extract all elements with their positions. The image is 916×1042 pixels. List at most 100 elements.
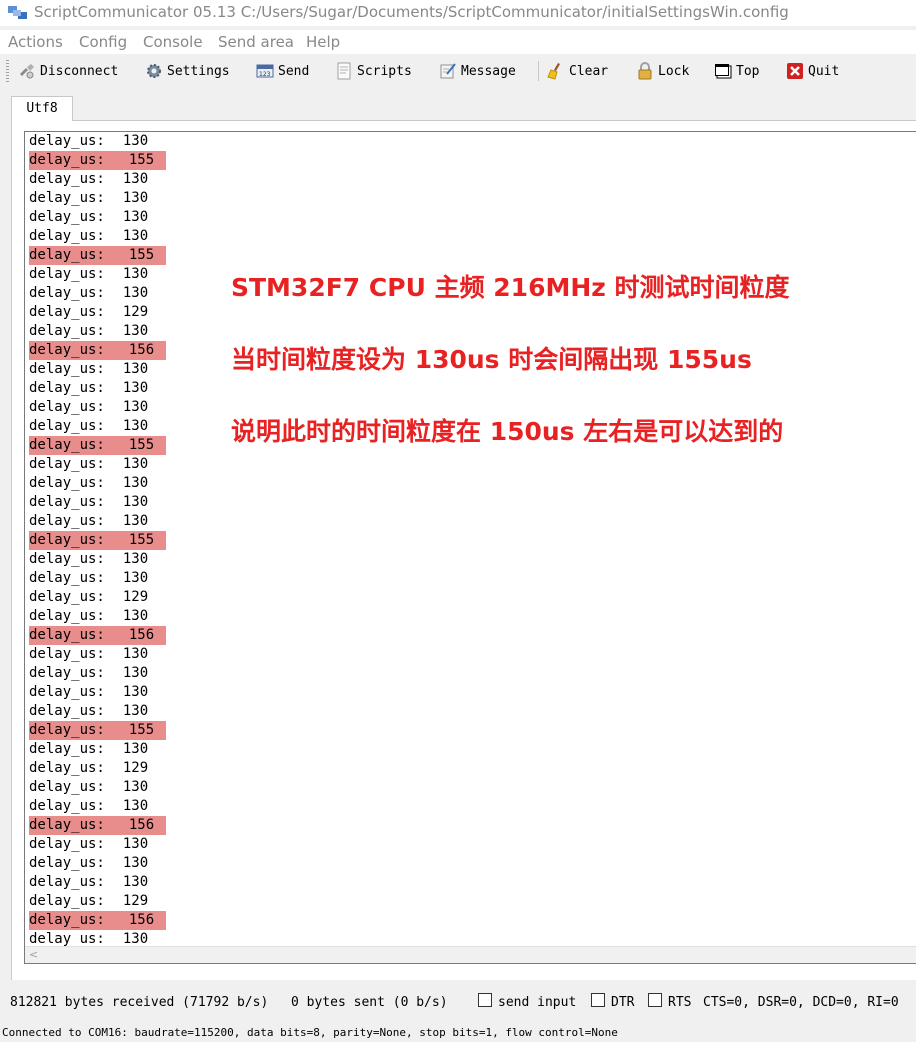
log-value: 130 — [122, 323, 149, 339]
log-label: delay_us: — [29, 855, 105, 871]
annotation-line-3: 说明此时的时间粒度在 150us 左右是可以达到的 — [231, 417, 784, 446]
log-label: delay_us: — [29, 285, 105, 301]
log-value: 129 — [122, 893, 149, 909]
send-icon: 123 — [256, 64, 274, 78]
log-label: delay_us: — [29, 151, 111, 170]
send-input-checkbox[interactable] — [478, 993, 492, 1007]
menu-console[interactable]: Console — [143, 33, 203, 51]
script-icon — [337, 62, 351, 80]
log-line: delay_us: 130 — [25, 873, 425, 892]
log-value: 130 — [122, 475, 149, 491]
status-row: 812821 bytes received (71792 b/s) 0 byte… — [0, 990, 916, 1016]
log-label: delay_us: — [29, 133, 105, 149]
rts-label: RTS — [668, 995, 692, 1010]
log-line: delay_us: 130 — [25, 322, 425, 341]
log-line: delay_us: 130 — [25, 208, 425, 227]
log-label: delay_us: — [29, 246, 111, 265]
broom-icon — [547, 63, 560, 80]
disconnect-button[interactable]: Disconnect — [18, 59, 118, 83]
tab-utf8[interactable]: Utf8 — [11, 96, 73, 121]
connection-status-bar: Connected to COM16: baudrate=115200, dat… — [0, 1022, 916, 1042]
clear-button[interactable]: Clear — [547, 59, 608, 83]
log-line: delay_us: 130 — [25, 170, 425, 189]
log-value: 156 — [128, 341, 161, 360]
log-value: 130 — [122, 798, 149, 814]
log-value: 155 — [128, 246, 161, 265]
disconnect-icon — [20, 64, 34, 79]
log-line: delay_us: 129 — [25, 892, 425, 911]
log-label: delay_us: — [29, 456, 105, 472]
log-label: delay_us: — [29, 190, 105, 206]
log-line: delay_us: 130 — [25, 379, 425, 398]
log-lines: delay_us: 130 delay_us: 155 delay_us: 130 dela… — [25, 132, 425, 948]
gear-icon — [147, 64, 161, 78]
log-value: 155 — [128, 151, 161, 170]
log-value: 130 — [122, 361, 149, 377]
log-line: delay_us: 130 — [25, 512, 425, 531]
log-value: 130 — [122, 285, 149, 301]
window-title: ScriptCommunicator 05.13 C:/Users/Sugar/… — [34, 3, 789, 21]
connection-status: Connected to COM16: baudrate=115200, dat… — [2, 1026, 618, 1039]
log-label: delay_us: — [29, 475, 105, 491]
log-label: delay_us: — [29, 589, 105, 605]
dtr-label: DTR — [611, 995, 635, 1010]
menu-help[interactable]: Help — [306, 33, 340, 51]
log-value: 129 — [122, 589, 149, 605]
log-label: delay_us: — [29, 760, 105, 776]
log-label: delay_us: — [29, 418, 105, 434]
log-label: delay_us: — [29, 703, 105, 719]
message-button[interactable]: Message — [439, 59, 516, 83]
menu-actions[interactable]: Actions — [8, 33, 63, 51]
lock-button[interactable]: Lock — [636, 59, 689, 83]
log-value: 130 — [122, 855, 149, 871]
menu-send-area[interactable]: Send area — [218, 33, 294, 51]
title-bar: ScriptCommunicator 05.13 C:/Users/Sugar/… — [0, 0, 916, 26]
log-value: 130 — [122, 228, 149, 244]
toolbar-grip — [6, 60, 9, 82]
log-label: delay_us: — [29, 626, 111, 645]
log-line: delay_us: 130 — [25, 702, 425, 721]
horizontal-scrollbar[interactable]: < — [25, 946, 916, 963]
log-line: delay_us: 155 — [25, 721, 425, 740]
scripts-button[interactable]: Scripts — [335, 59, 412, 83]
send-input-label: send input — [498, 995, 577, 1010]
svg-text:123: 123 — [259, 71, 271, 78]
log-value: 130 — [122, 266, 149, 282]
console-output[interactable]: delay_us: 130 delay_us: 155 delay_us: 130 dela… — [24, 131, 916, 964]
message-icon — [440, 63, 456, 79]
menu-config[interactable]: Config — [79, 33, 127, 51]
send-button[interactable]: 123 Send — [256, 59, 309, 83]
log-value: 130 — [122, 608, 149, 624]
settings-button[interactable]: Settings — [145, 59, 230, 83]
log-value: 156 — [128, 911, 161, 930]
log-label: delay_us: — [29, 228, 105, 244]
log-line: delay_us: 130 — [25, 797, 425, 816]
log-label: delay_us: — [29, 570, 105, 586]
log-label: delay_us: — [29, 741, 105, 757]
log-line: delay_us: 156 — [25, 911, 425, 930]
log-line: delay_us: 130 — [25, 569, 425, 588]
log-line: delay_us: 130 — [25, 455, 425, 474]
log-label: delay_us: — [29, 399, 105, 415]
log-line: delay_us: 130 — [25, 132, 425, 151]
rts-checkbox[interactable] — [648, 993, 662, 1007]
log-value: 130 — [122, 171, 149, 187]
log-label: delay_us: — [29, 531, 111, 550]
log-value: 130 — [122, 380, 149, 396]
log-value: 130 — [122, 646, 149, 662]
log-value: 156 — [128, 626, 161, 645]
log-line: delay_us: 129 — [25, 759, 425, 778]
quit-button[interactable]: Quit — [786, 59, 839, 83]
scroll-left-icon[interactable]: < — [29, 948, 38, 961]
log-value: 130 — [122, 703, 149, 719]
top-button[interactable]: Top — [714, 59, 759, 83]
log-line: delay_us: 156 — [25, 816, 425, 835]
log-value: 130 — [122, 190, 149, 206]
dtr-checkbox[interactable] — [591, 993, 605, 1007]
bytes-sent: 0 bytes sent (0 b/s) — [291, 995, 448, 1010]
bytes-received: 812821 bytes received (71792 b/s) — [10, 995, 269, 1010]
log-line: delay_us: 130 — [25, 227, 425, 246]
log-line: delay_us: 130 — [25, 835, 425, 854]
log-line: delay_us: 130 — [25, 854, 425, 873]
log-value: 130 — [122, 551, 149, 567]
